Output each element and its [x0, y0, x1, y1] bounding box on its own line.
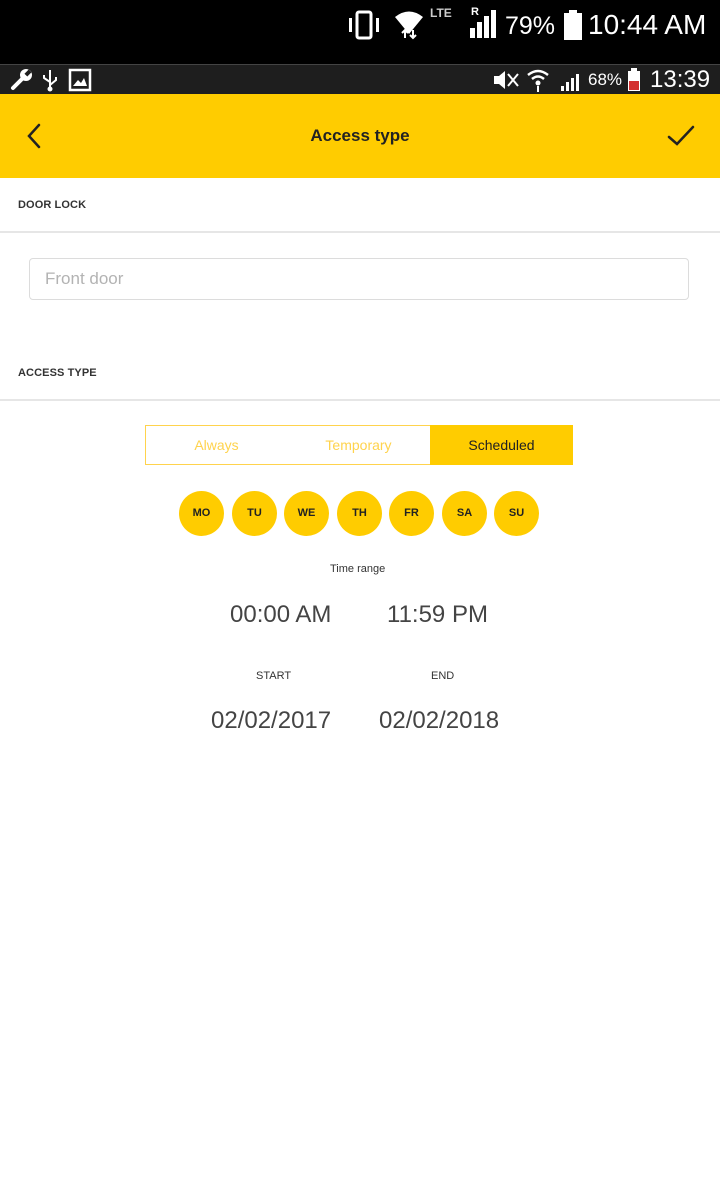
device-clock: 10:44 AM [588, 9, 707, 40]
wifi-icon [393, 8, 425, 45]
checkmark-icon [667, 125, 695, 146]
start-date-label: START [256, 670, 292, 682]
signal-icon [468, 8, 498, 45]
day-monday[interactable]: MO [179, 491, 224, 536]
vibrate-icon [346, 10, 382, 45]
access-type-scheduled[interactable]: Scheduled [430, 425, 573, 465]
access-type-temporary[interactable]: Temporary [287, 425, 431, 465]
day-saturday[interactable]: SA [442, 491, 487, 536]
device-status-bar: LTE R 79% 10:44 AM [0, 0, 720, 64]
day-thursday[interactable]: TH [337, 491, 382, 536]
mute-icon [492, 69, 520, 96]
door-lock-label: DOOR LOCK [18, 199, 87, 211]
end-date-label: END [431, 670, 455, 682]
confirm-button[interactable] [666, 122, 696, 150]
app-signal-icon [560, 70, 584, 97]
access-type-label: ACCESS TYPE [18, 367, 97, 379]
wrench-icon [10, 68, 34, 97]
app-header: Access type [0, 94, 720, 178]
door-lock-input[interactable] [29, 258, 689, 300]
app-clock: 13:39 [650, 66, 711, 93]
image-icon [68, 68, 92, 97]
lte-icon: LTE [430, 6, 452, 20]
access-type-divider [0, 399, 720, 401]
app-status-bar: 68% 13:39 [0, 64, 720, 94]
day-tuesday[interactable]: TU [232, 491, 277, 536]
end-time[interactable]: 11:59 PM [387, 601, 488, 629]
access-type-always[interactable]: Always [145, 425, 288, 465]
device-battery-percent: 79% [505, 12, 556, 40]
app-battery-percent: 68% [588, 70, 623, 89]
start-date[interactable]: 02/02/2017 [211, 707, 331, 735]
battery-icon [562, 9, 584, 46]
time-range-label: Time range [330, 563, 386, 575]
day-sunday[interactable]: SU [494, 491, 539, 536]
end-date[interactable]: 02/02/2018 [379, 707, 499, 735]
day-wednesday[interactable]: WE [284, 491, 329, 536]
day-friday[interactable]: FR [389, 491, 434, 536]
app-battery-icon [627, 68, 641, 97]
start-time[interactable]: 00:00 AM [230, 601, 331, 629]
page-title: Access type [310, 126, 410, 145]
door-lock-divider [0, 231, 720, 233]
usb-icon [40, 68, 60, 97]
